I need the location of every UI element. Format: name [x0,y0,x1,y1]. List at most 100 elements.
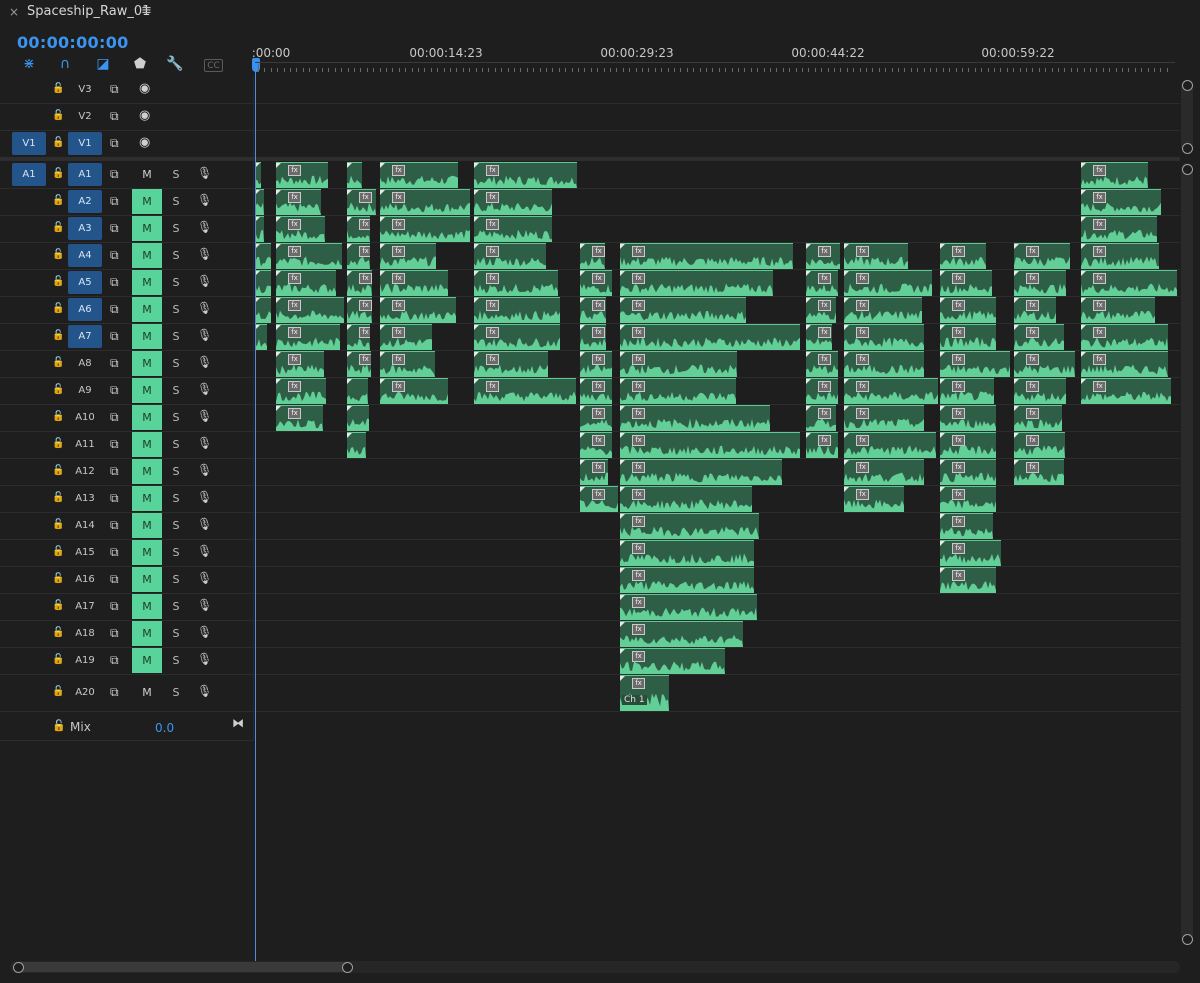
audio-clip[interactable]: fx [940,270,992,296]
audio-clip[interactable]: fx [844,459,924,485]
voiceover-mic-icon[interactable]: 🎙 [197,544,212,558]
mute-button-a20[interactable]: M [132,675,162,710]
sync-lock-icon[interactable]: ⧉ [110,653,119,668]
audio-clip[interactable] [255,324,267,350]
audio-clip[interactable]: fx [380,270,448,296]
sync-lock-icon[interactable]: ⧉ [110,82,119,97]
sync-lock-icon[interactable]: ⧉ [110,194,119,209]
solo-button-a19[interactable]: S [166,648,186,673]
sync-lock-icon[interactable]: ⧉ [110,356,119,371]
audio-clip[interactable]: fx [620,432,800,458]
solo-button-a17[interactable]: S [166,594,186,619]
lock-track-icon[interactable]: 🔓 [52,519,64,530]
mix-end-icon[interactable]: ⧓ [232,716,244,730]
audio-clip[interactable]: fx [1081,243,1159,269]
audio-clip[interactable]: fx [474,243,546,269]
voiceover-mic-icon[interactable]: 🎙 [197,598,212,612]
mute-button-a11[interactable]: M [132,432,162,457]
track-target-a13[interactable]: A13 [68,487,102,510]
audio-clip[interactable]: fx [276,243,342,269]
audio-clip[interactable]: fx [347,270,372,296]
lock-track-icon[interactable]: 🔓 [52,222,64,233]
mute-button-a1[interactable]: M [132,162,162,187]
solo-button-a10[interactable]: S [166,405,186,430]
lock-track-icon[interactable]: 🔓 [52,137,64,148]
mute-button-a15[interactable]: M [132,540,162,565]
horizontal-scrollbar-thumb[interactable] [14,962,352,972]
wrench-settings-icon[interactable]: 🔧 [166,55,184,73]
audio-clip[interactable]: fx [844,351,924,377]
audio-clip[interactable]: fx [806,324,832,350]
sync-lock-icon[interactable]: ⧉ [110,167,119,182]
audio-clip[interactable]: fx [844,243,908,269]
audio-clip[interactable] [347,405,369,431]
audio-clip[interactable]: fx [380,351,435,377]
voiceover-mic-icon[interactable]: 🎙 [197,247,212,261]
mute-button-a2[interactable]: M [132,189,162,214]
audio-clip[interactable] [255,270,271,296]
voiceover-mic-icon[interactable]: 🎙 [197,328,212,342]
audio-clip[interactable]: fx [347,324,370,350]
solo-button-a2[interactable]: S [166,189,186,214]
audio-clip[interactable]: fx [1014,270,1066,296]
track-target-a9[interactable]: A9 [68,379,102,402]
nest-sequence-icon[interactable]: ⋇ [20,55,38,73]
sync-lock-icon[interactable]: ⧉ [110,329,119,344]
audio-clip[interactable]: fx [620,324,800,350]
audio-clip[interactable]: fx [1014,405,1062,431]
audio-clip[interactable]: fx [380,324,432,350]
audio-clip[interactable]: fx [474,324,560,350]
audio-clip[interactable]: fx [580,324,606,350]
playhead-line[interactable] [255,58,256,961]
audio-clip[interactable]: fx [474,189,552,215]
solo-button-a8[interactable]: S [166,351,186,376]
mute-button-a3[interactable]: M [132,216,162,241]
audio-clip[interactable]: fx [620,378,736,404]
mute-button-a14[interactable]: M [132,513,162,538]
voiceover-mic-icon[interactable]: 🎙 [197,382,212,396]
audio-clip[interactable]: fx [580,486,618,512]
sync-lock-icon[interactable]: ⧉ [110,109,119,124]
lock-track-icon[interactable]: 🔓 [52,627,64,638]
sync-lock-icon[interactable]: ⧉ [110,545,119,560]
voiceover-mic-icon[interactable]: 🎙 [197,436,212,450]
solo-button-a12[interactable]: S [166,459,186,484]
sync-lock-icon[interactable]: ⧉ [110,437,119,452]
audio-clip[interactable]: fx [620,567,754,593]
mute-button-a19[interactable]: M [132,648,162,673]
video-scroll-bottom-handle[interactable] [1182,143,1193,154]
audio-clip[interactable] [347,162,362,188]
audio-clip[interactable]: fx [620,243,793,269]
voiceover-mic-icon[interactable]: 🎙 [197,166,212,180]
audio-scroll-top-handle[interactable] [1182,164,1193,175]
audio-clip[interactable]: fx [474,351,548,377]
audio-clip[interactable]: fx [806,297,836,323]
sync-lock-icon[interactable]: ⧉ [110,383,119,398]
track-target-a4[interactable]: A4 [68,244,102,267]
audio-clip[interactable]: fx [620,648,725,674]
audio-clip[interactable]: fx [1081,297,1155,323]
audio-clip[interactable]: fx [276,351,324,377]
audio-clip[interactable]: fx [276,270,336,296]
audio-clip[interactable]: fx [580,459,608,485]
solo-button-a9[interactable]: S [166,378,186,403]
audio-clip[interactable]: fx [1081,162,1148,188]
audio-clip[interactable]: fx [276,378,326,404]
audio-clip[interactable]: fx [940,351,1010,377]
mute-button-a18[interactable]: M [132,621,162,646]
voiceover-mic-icon[interactable]: 🎙 [197,625,212,639]
mute-button-a16[interactable]: M [132,567,162,592]
track-target-a16[interactable]: A16 [68,568,102,591]
voiceover-mic-icon[interactable]: 🎙 [197,517,212,531]
track-target-a7[interactable]: A7 [68,325,102,348]
track-target-a14[interactable]: A14 [68,514,102,537]
audio-clip[interactable]: fx [580,432,612,458]
sync-lock-icon[interactable]: ⧉ [110,302,119,317]
solo-button-a20[interactable]: S [166,675,186,710]
source-patch-a1[interactable]: A1 [12,163,46,186]
sync-lock-icon[interactable]: ⧉ [110,136,119,151]
track-target-a11[interactable]: A11 [68,433,102,456]
audio-clip[interactable]: fx [474,297,560,323]
sync-lock-icon[interactable]: ⧉ [110,685,119,700]
sync-lock-icon[interactable]: ⧉ [110,410,119,425]
